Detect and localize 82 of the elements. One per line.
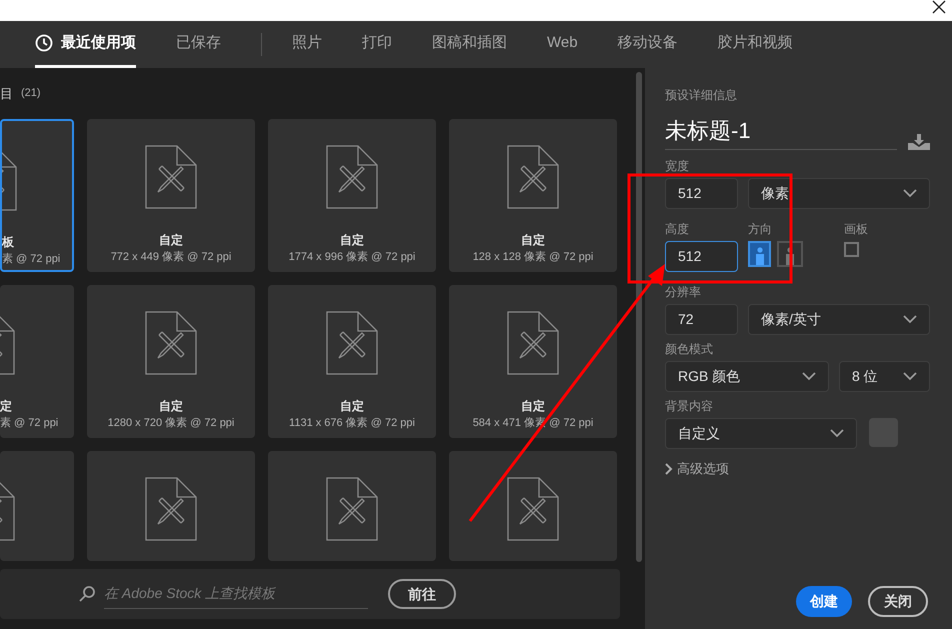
preset-card[interactable]: 板 素 @ 72 ppi bbox=[0, 119, 74, 272]
field-label: 画板 bbox=[844, 221, 868, 237]
close-button[interactable]: 关闭 bbox=[868, 586, 928, 617]
document-ruler-pencil-icon bbox=[326, 145, 378, 209]
preset-card[interactable] bbox=[268, 451, 436, 561]
text-field[interactable]: 512 bbox=[665, 241, 738, 272]
preset-size: 素 @ 72 ppi bbox=[0, 416, 58, 431]
document-name[interactable]: 未标题-1 bbox=[665, 114, 897, 150]
landscape-orientation-button[interactable] bbox=[777, 241, 803, 267]
preset-size: 1280 x 720 像素 @ 72 ppi bbox=[108, 416, 234, 431]
document-ruler-pencil-icon bbox=[145, 477, 197, 541]
document-ruler-pencil-icon bbox=[507, 311, 559, 375]
dropdown[interactable]: RGB 颜色 bbox=[665, 361, 829, 392]
chevron-down-icon bbox=[802, 372, 816, 381]
preset-size: 素 @ 72 ppi bbox=[2, 252, 60, 267]
preset-card[interactable]: 自定 772 x 449 像素 @ 72 ppi bbox=[87, 119, 255, 272]
tab[interactable]: Web bbox=[547, 21, 578, 68]
dropdown[interactable]: 自定义 bbox=[665, 418, 857, 449]
chevron-right-icon bbox=[665, 462, 673, 475]
chevron-down-icon bbox=[903, 315, 917, 324]
portrait-orientation-button[interactable] bbox=[748, 241, 771, 267]
background-color-swatch[interactable] bbox=[869, 418, 898, 447]
preset-size: 1774 x 996 像素 @ 72 ppi bbox=[288, 250, 416, 265]
preset-name: 定 bbox=[0, 398, 12, 415]
create-button[interactable]: 创建 bbox=[796, 586, 852, 617]
text-field[interactable]: 72 bbox=[665, 304, 738, 335]
clock-icon bbox=[35, 34, 53, 52]
go-button[interactable]: 前往 bbox=[388, 579, 456, 609]
dropdown[interactable]: 像素/英寸 bbox=[748, 304, 930, 335]
section-heading: 目 bbox=[0, 84, 13, 103]
preset-card[interactable]: 自定 128 x 128 像素 @ 72 ppi bbox=[449, 119, 617, 272]
close-icon[interactable] bbox=[932, 0, 946, 14]
tab[interactable]: 打印 bbox=[362, 21, 392, 68]
preset-card[interactable]: 自定 1131 x 676 像素 @ 72 ppi bbox=[268, 285, 436, 438]
preset-name: 自定 bbox=[159, 398, 183, 415]
preset-name: 板 bbox=[2, 234, 14, 251]
preset-size: 772 x 449 像素 @ 72 ppi bbox=[110, 250, 232, 265]
tab[interactable]: 胶片和视频 bbox=[718, 21, 793, 68]
chevron-down-icon bbox=[903, 372, 917, 381]
scrollbar[interactable] bbox=[636, 72, 642, 562]
field-label: 方向 bbox=[748, 221, 772, 237]
person-icon bbox=[754, 247, 764, 265]
tab[interactable]: 图稿和插图 bbox=[432, 21, 507, 68]
document-ruler-pencil-icon bbox=[326, 311, 378, 375]
field-label: 颜色模式 bbox=[665, 341, 713, 357]
preset-name: 自定 bbox=[521, 232, 545, 249]
preset-name: 自定 bbox=[159, 232, 183, 249]
preset-card[interactable] bbox=[87, 451, 255, 561]
search-icon bbox=[78, 585, 96, 603]
field-label: 高度 bbox=[665, 221, 689, 237]
tab[interactable]: 照片 bbox=[292, 21, 322, 68]
chevron-down-icon bbox=[903, 189, 917, 198]
preset-card[interactable]: 自定 1280 x 720 像素 @ 72 ppi bbox=[87, 285, 255, 438]
field-label: 背景内容 bbox=[665, 398, 713, 414]
preset-size: 128 x 128 像素 @ 72 ppi bbox=[472, 250, 594, 265]
artboard-checkbox[interactable] bbox=[844, 242, 859, 257]
dropdown[interactable]: 8 位 bbox=[839, 361, 930, 392]
document-ruler-pencil-icon bbox=[507, 145, 559, 209]
document-ruler-pencil-icon bbox=[145, 145, 197, 209]
tab[interactable]: 移动设备 bbox=[618, 21, 678, 68]
item-count: (21) bbox=[21, 86, 41, 102]
preset-card[interactable] bbox=[449, 451, 617, 561]
preset-size: 1131 x 676 像素 @ 72 ppi bbox=[289, 416, 415, 431]
document-ruler-pencil-icon bbox=[326, 477, 378, 541]
advanced-options-toggle[interactable]: 高级选项 bbox=[665, 459, 930, 478]
text-field[interactable]: 512 bbox=[665, 178, 738, 209]
person-icon bbox=[785, 247, 795, 265]
download-icon[interactable] bbox=[908, 134, 930, 150]
chevron-down-icon bbox=[830, 429, 844, 438]
tab[interactable]: 最近使用项 bbox=[35, 21, 136, 68]
tab[interactable]: 已保存 bbox=[176, 21, 221, 68]
preset-name: 自定 bbox=[340, 398, 364, 415]
preset-name: 自定 bbox=[340, 232, 364, 249]
field-label: 分辨率 bbox=[665, 284, 701, 300]
preset-card[interactable]: 定 素 @ 72 ppi bbox=[0, 285, 74, 438]
preset-name: 自定 bbox=[521, 398, 545, 415]
dropdown[interactable]: 像素 bbox=[748, 178, 930, 209]
panel-title: 预设详细信息 bbox=[665, 87, 738, 104]
document-ruler-pencil-icon bbox=[507, 477, 559, 541]
field-label: 宽度 bbox=[665, 158, 689, 174]
preset-card[interactable]: 自定 1774 x 996 像素 @ 72 ppi bbox=[268, 119, 436, 272]
document-ruler-pencil-icon bbox=[145, 311, 197, 375]
